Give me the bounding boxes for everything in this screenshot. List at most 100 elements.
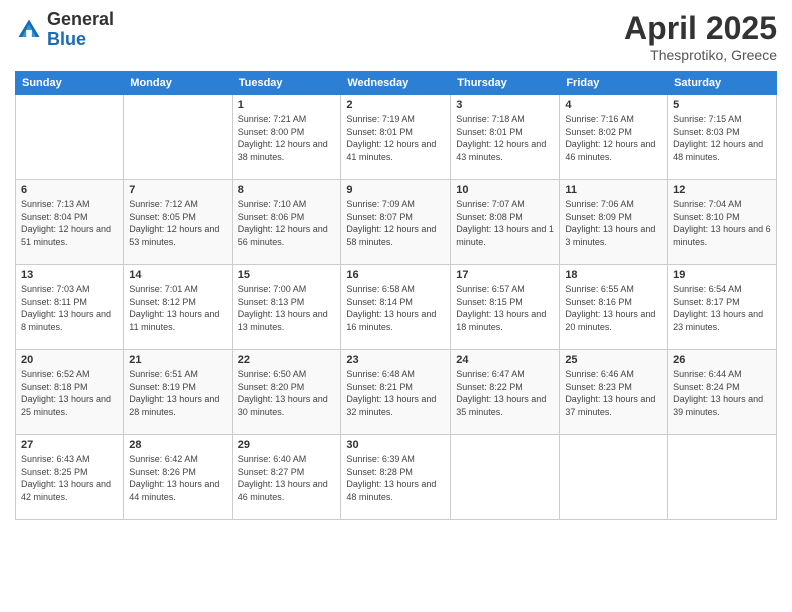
header-row: SundayMondayTuesdayWednesdayThursdayFrid…	[16, 72, 777, 95]
calendar-cell: 20 Sunrise: 6:52 AM Sunset: 8:18 PM Dayl…	[16, 350, 124, 435]
day-number: 3	[456, 99, 554, 111]
day-info: Sunrise: 6:50 AM Sunset: 8:20 PM Dayligh…	[238, 368, 336, 418]
day-number: 27	[21, 439, 118, 451]
day-info: Sunrise: 6:58 AM Sunset: 8:14 PM Dayligh…	[346, 283, 445, 333]
calendar-cell	[451, 435, 560, 520]
logo-text: General Blue	[47, 10, 114, 50]
calendar-cell: 22 Sunrise: 6:50 AM Sunset: 8:20 PM Dayl…	[232, 350, 341, 435]
day-info: Sunrise: 6:51 AM Sunset: 8:19 PM Dayligh…	[129, 368, 226, 418]
calendar-cell: 13 Sunrise: 7:03 AM Sunset: 8:11 PM Dayl…	[16, 265, 124, 350]
calendar-week-row: 13 Sunrise: 7:03 AM Sunset: 8:11 PM Dayl…	[16, 265, 777, 350]
logo: General Blue	[15, 10, 114, 50]
day-number: 13	[21, 269, 118, 281]
calendar-cell: 27 Sunrise: 6:43 AM Sunset: 8:25 PM Dayl…	[16, 435, 124, 520]
title-block: April 2025 Thesprotiko, Greece	[624, 10, 777, 63]
calendar-cell: 25 Sunrise: 6:46 AM Sunset: 8:23 PM Dayl…	[560, 350, 668, 435]
day-number: 25	[565, 354, 662, 366]
day-number: 24	[456, 354, 554, 366]
day-info: Sunrise: 6:39 AM Sunset: 8:28 PM Dayligh…	[346, 453, 445, 503]
day-info: Sunrise: 6:47 AM Sunset: 8:22 PM Dayligh…	[456, 368, 554, 418]
day-info: Sunrise: 7:18 AM Sunset: 8:01 PM Dayligh…	[456, 113, 554, 163]
calendar-cell: 28 Sunrise: 6:42 AM Sunset: 8:26 PM Dayl…	[124, 435, 232, 520]
weekday-header: Sunday	[16, 72, 124, 95]
weekday-header: Wednesday	[341, 72, 451, 95]
calendar-cell: 16 Sunrise: 6:58 AM Sunset: 8:14 PM Dayl…	[341, 265, 451, 350]
calendar-cell: 7 Sunrise: 7:12 AM Sunset: 8:05 PM Dayli…	[124, 180, 232, 265]
day-number: 29	[238, 439, 336, 451]
calendar-table: SundayMondayTuesdayWednesdayThursdayFrid…	[15, 71, 777, 520]
calendar-cell: 2 Sunrise: 7:19 AM Sunset: 8:01 PM Dayli…	[341, 95, 451, 180]
day-number: 17	[456, 269, 554, 281]
day-info: Sunrise: 6:44 AM Sunset: 8:24 PM Dayligh…	[673, 368, 771, 418]
day-info: Sunrise: 6:40 AM Sunset: 8:27 PM Dayligh…	[238, 453, 336, 503]
day-info: Sunrise: 7:00 AM Sunset: 8:13 PM Dayligh…	[238, 283, 336, 333]
calendar-cell: 8 Sunrise: 7:10 AM Sunset: 8:06 PM Dayli…	[232, 180, 341, 265]
calendar-cell: 23 Sunrise: 6:48 AM Sunset: 8:21 PM Dayl…	[341, 350, 451, 435]
day-info: Sunrise: 7:03 AM Sunset: 8:11 PM Dayligh…	[21, 283, 118, 333]
calendar-cell: 15 Sunrise: 7:00 AM Sunset: 8:13 PM Dayl…	[232, 265, 341, 350]
day-info: Sunrise: 7:19 AM Sunset: 8:01 PM Dayligh…	[346, 113, 445, 163]
day-number: 5	[673, 99, 771, 111]
calendar-cell: 10 Sunrise: 7:07 AM Sunset: 8:08 PM Dayl…	[451, 180, 560, 265]
calendar-cell: 12 Sunrise: 7:04 AM Sunset: 8:10 PM Dayl…	[668, 180, 777, 265]
day-number: 2	[346, 99, 445, 111]
day-info: Sunrise: 6:57 AM Sunset: 8:15 PM Dayligh…	[456, 283, 554, 333]
calendar-cell: 14 Sunrise: 7:01 AM Sunset: 8:12 PM Dayl…	[124, 265, 232, 350]
day-number: 20	[21, 354, 118, 366]
calendar-cell: 24 Sunrise: 6:47 AM Sunset: 8:22 PM Dayl…	[451, 350, 560, 435]
logo-general-text: General	[47, 9, 114, 29]
day-number: 10	[456, 184, 554, 196]
calendar-cell: 18 Sunrise: 6:55 AM Sunset: 8:16 PM Dayl…	[560, 265, 668, 350]
day-number: 7	[129, 184, 226, 196]
calendar-cell: 26 Sunrise: 6:44 AM Sunset: 8:24 PM Dayl…	[668, 350, 777, 435]
weekday-header: Thursday	[451, 72, 560, 95]
day-info: Sunrise: 6:42 AM Sunset: 8:26 PM Dayligh…	[129, 453, 226, 503]
day-number: 28	[129, 439, 226, 451]
logo-blue-text: Blue	[47, 29, 86, 49]
day-number: 16	[346, 269, 445, 281]
day-info: Sunrise: 6:43 AM Sunset: 8:25 PM Dayligh…	[21, 453, 118, 503]
day-number: 30	[346, 439, 445, 451]
day-number: 19	[673, 269, 771, 281]
day-info: Sunrise: 7:16 AM Sunset: 8:02 PM Dayligh…	[565, 113, 662, 163]
day-number: 23	[346, 354, 445, 366]
calendar-subtitle: Thesprotiko, Greece	[624, 47, 777, 63]
calendar-week-row: 6 Sunrise: 7:13 AM Sunset: 8:04 PM Dayli…	[16, 180, 777, 265]
day-info: Sunrise: 7:13 AM Sunset: 8:04 PM Dayligh…	[21, 198, 118, 248]
day-number: 18	[565, 269, 662, 281]
calendar-week-row: 27 Sunrise: 6:43 AM Sunset: 8:25 PM Dayl…	[16, 435, 777, 520]
day-number: 26	[673, 354, 771, 366]
day-number: 6	[21, 184, 118, 196]
day-info: Sunrise: 6:55 AM Sunset: 8:16 PM Dayligh…	[565, 283, 662, 333]
calendar-cell: 30 Sunrise: 6:39 AM Sunset: 8:28 PM Dayl…	[341, 435, 451, 520]
day-number: 9	[346, 184, 445, 196]
day-info: Sunrise: 7:10 AM Sunset: 8:06 PM Dayligh…	[238, 198, 336, 248]
logo-icon	[15, 16, 43, 44]
day-number: 4	[565, 99, 662, 111]
day-info: Sunrise: 6:54 AM Sunset: 8:17 PM Dayligh…	[673, 283, 771, 333]
day-number: 22	[238, 354, 336, 366]
day-info: Sunrise: 7:04 AM Sunset: 8:10 PM Dayligh…	[673, 198, 771, 248]
day-info: Sunrise: 7:21 AM Sunset: 8:00 PM Dayligh…	[238, 113, 336, 163]
day-number: 11	[565, 184, 662, 196]
weekday-header: Monday	[124, 72, 232, 95]
calendar-cell	[560, 435, 668, 520]
calendar-week-row: 1 Sunrise: 7:21 AM Sunset: 8:00 PM Dayli…	[16, 95, 777, 180]
calendar-cell: 1 Sunrise: 7:21 AM Sunset: 8:00 PM Dayli…	[232, 95, 341, 180]
weekday-header: Friday	[560, 72, 668, 95]
day-info: Sunrise: 7:06 AM Sunset: 8:09 PM Dayligh…	[565, 198, 662, 248]
day-info: Sunrise: 6:52 AM Sunset: 8:18 PM Dayligh…	[21, 368, 118, 418]
day-info: Sunrise: 6:48 AM Sunset: 8:21 PM Dayligh…	[346, 368, 445, 418]
calendar-cell: 11 Sunrise: 7:06 AM Sunset: 8:09 PM Dayl…	[560, 180, 668, 265]
calendar-cell: 17 Sunrise: 6:57 AM Sunset: 8:15 PM Dayl…	[451, 265, 560, 350]
calendar-cell: 3 Sunrise: 7:18 AM Sunset: 8:01 PM Dayli…	[451, 95, 560, 180]
day-number: 15	[238, 269, 336, 281]
weekday-header: Saturday	[668, 72, 777, 95]
calendar-cell: 5 Sunrise: 7:15 AM Sunset: 8:03 PM Dayli…	[668, 95, 777, 180]
day-info: Sunrise: 7:01 AM Sunset: 8:12 PM Dayligh…	[129, 283, 226, 333]
day-number: 21	[129, 354, 226, 366]
calendar-cell: 4 Sunrise: 7:16 AM Sunset: 8:02 PM Dayli…	[560, 95, 668, 180]
header: General Blue April 2025 Thesprotiko, Gre…	[15, 10, 777, 63]
page: General Blue April 2025 Thesprotiko, Gre…	[0, 0, 792, 612]
calendar-cell	[16, 95, 124, 180]
